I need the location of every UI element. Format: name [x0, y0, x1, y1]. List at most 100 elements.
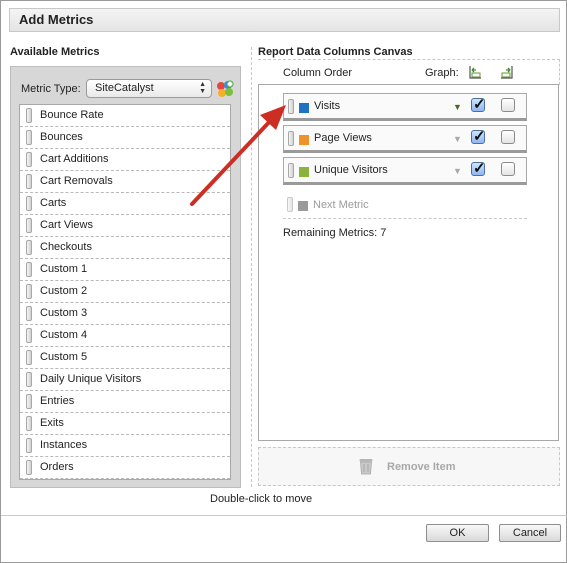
canvas-divider — [251, 47, 252, 487]
metric-list-item[interactable]: Carts — [20, 193, 230, 215]
select-arrows-icon: ▲ ▼ — [199, 81, 206, 95]
metric-list: Bounce Rate Bounces Cart Additions Cart Rem… — [19, 104, 231, 480]
available-metrics-heading: Available Metrics — [10, 46, 100, 58]
remove-item-label: Remove Item — [387, 461, 456, 473]
drag-handle-icon[interactable] — [288, 131, 294, 146]
drag-handle-icon — [26, 438, 32, 453]
metric-item-label: Custom 2 — [40, 285, 88, 297]
metric-item-label: Custom 4 — [40, 329, 88, 341]
checkmark-icon: ✓ — [473, 160, 486, 177]
graph-right-checkbox[interactable] — [501, 130, 515, 144]
metric-list-item[interactable]: Custom 3 — [20, 303, 230, 325]
metric-item-label: Bounces — [40, 131, 83, 143]
next-metric-slot: Next Metric — [283, 193, 527, 219]
add-metrics-dialog: Add Metrics Available Metrics Report Dat… — [0, 0, 567, 563]
metric-item-label: Bounce Rate — [40, 109, 104, 121]
metric-list-item[interactable]: Custom 1 — [20, 259, 230, 281]
series-color-swatch — [299, 103, 309, 113]
metric-list-item[interactable]: Custom 2 — [20, 281, 230, 303]
metric-list-item[interactable]: Entries — [20, 391, 230, 413]
drag-handle-icon — [26, 372, 32, 387]
canvas-heading: Report Data Columns Canvas — [258, 46, 413, 58]
drag-handle-icon — [26, 196, 32, 211]
drag-handle-icon — [26, 284, 32, 299]
drag-handle-icon — [26, 306, 32, 321]
metric-list-item[interactable]: Exits — [20, 413, 230, 435]
graph-left-checkbox[interactable]: ✓ — [471, 160, 486, 177]
graph-right-checkbox[interactable] — [501, 98, 515, 112]
metric-list-item[interactable]: Instances — [20, 435, 230, 457]
dialog-title: Add Metrics — [19, 12, 94, 27]
graph-right-checkbox[interactable] — [501, 162, 515, 176]
double-click-hint: Double-click to move — [210, 493, 313, 505]
column-menu-icon[interactable]: ▼ — [453, 102, 462, 112]
metric-list-item[interactable]: Cart Removals — [20, 171, 230, 193]
drag-handle-icon — [26, 152, 32, 167]
column-order-label: Column Order — [283, 67, 353, 79]
metric-list-item[interactable]: Orders — [20, 457, 230, 479]
metric-list-item[interactable]: Bounces — [20, 127, 230, 149]
metric-list-item[interactable]: Bounce Rate — [20, 105, 230, 127]
available-metrics-panel: Metric Type: SiteCatalyst ▲ ▼ Bounce Rate… — [10, 66, 241, 488]
metric-item-label: Exits — [40, 417, 64, 429]
add-metric-icon[interactable] — [216, 80, 234, 98]
metric-item-label: Daily Unique Visitors — [40, 373, 142, 385]
canvas-column-row[interactable]: Visits ▼ ✓ — [283, 93, 527, 121]
drag-handle-icon[interactable] — [288, 99, 294, 114]
metric-item-label: Entries — [40, 395, 75, 407]
column-label: Page Views — [314, 132, 372, 144]
metric-type-label: Metric Type: — [21, 83, 81, 95]
metric-list-item[interactable]: Daily Unique Visitors — [20, 369, 230, 391]
drag-handle-icon — [287, 197, 293, 212]
metric-item-label: Custom 1 — [40, 263, 88, 275]
column-menu-icon[interactable]: ▼ — [453, 134, 462, 144]
drag-handle-icon — [26, 174, 32, 189]
drag-handle-icon — [26, 130, 32, 145]
drag-handle-icon — [26, 218, 32, 233]
metric-list-item[interactable]: Cart Views — [20, 215, 230, 237]
drag-handle-icon — [26, 350, 32, 365]
trash-icon — [359, 459, 373, 475]
report-columns-canvas[interactable]: Next Metric Remaining Metrics: 7 Visits ▼… — [258, 84, 559, 441]
metric-type-select[interactable]: SiteCatalyst ▲ ▼ — [86, 79, 212, 98]
remove-item-dropzone[interactable]: Remove Item — [258, 447, 560, 486]
canvas-right-rule — [559, 59, 560, 85]
metric-item-label: Checkouts — [40, 241, 92, 253]
metric-item-label: Custom 3 — [40, 307, 88, 319]
drag-handle-icon — [26, 416, 32, 431]
graph-left-checkbox[interactable]: ✓ — [471, 96, 486, 113]
column-menu-icon[interactable]: ▼ — [453, 166, 462, 176]
metric-item-label: Cart Views — [40, 219, 93, 231]
canvas-column-row[interactable]: Unique Visitors ▼ ✓ — [283, 157, 527, 185]
graph-right-axis-icon[interactable] — [499, 64, 515, 80]
metric-item-label: Cart Additions — [40, 153, 109, 165]
metric-list-item[interactable]: Checkouts — [20, 237, 230, 259]
metric-list-item[interactable]: Cart Additions — [20, 149, 230, 171]
metric-list-item[interactable]: Custom 5 — [20, 347, 230, 369]
dialog-titlebar: Add Metrics — [9, 8, 560, 32]
remaining-metrics: Remaining Metrics: 7 — [283, 227, 387, 239]
cancel-button[interactable]: Cancel — [499, 524, 561, 542]
drag-handle-icon — [26, 262, 32, 277]
drag-handle-icon — [26, 394, 32, 409]
drag-handle-icon[interactable] — [288, 163, 294, 178]
graph-left-checkbox[interactable]: ✓ — [471, 128, 486, 145]
metric-item-label: Cart Removals — [40, 175, 113, 187]
checkmark-icon: ✓ — [473, 128, 486, 145]
metric-item-label: Custom 5 — [40, 351, 88, 363]
drag-handle-icon — [26, 328, 32, 343]
graph-left-axis-icon[interactable] — [467, 64, 483, 80]
canvas-column-row[interactable]: Page Views ▼ ✓ — [283, 125, 527, 153]
drag-handle-icon — [26, 240, 32, 255]
checkmark-icon: ✓ — [473, 96, 486, 113]
metric-type-value: SiteCatalyst — [95, 82, 154, 94]
footer-divider — [1, 515, 567, 516]
graph-label: Graph: — [425, 67, 459, 79]
series-color-swatch — [299, 135, 309, 145]
column-label: Unique Visitors — [314, 164, 388, 176]
series-color-swatch — [299, 167, 309, 177]
drag-handle-icon — [26, 108, 32, 123]
next-metric-swatch — [298, 201, 308, 211]
metric-list-item[interactable]: Custom 4 — [20, 325, 230, 347]
ok-button[interactable]: OK — [426, 524, 489, 542]
